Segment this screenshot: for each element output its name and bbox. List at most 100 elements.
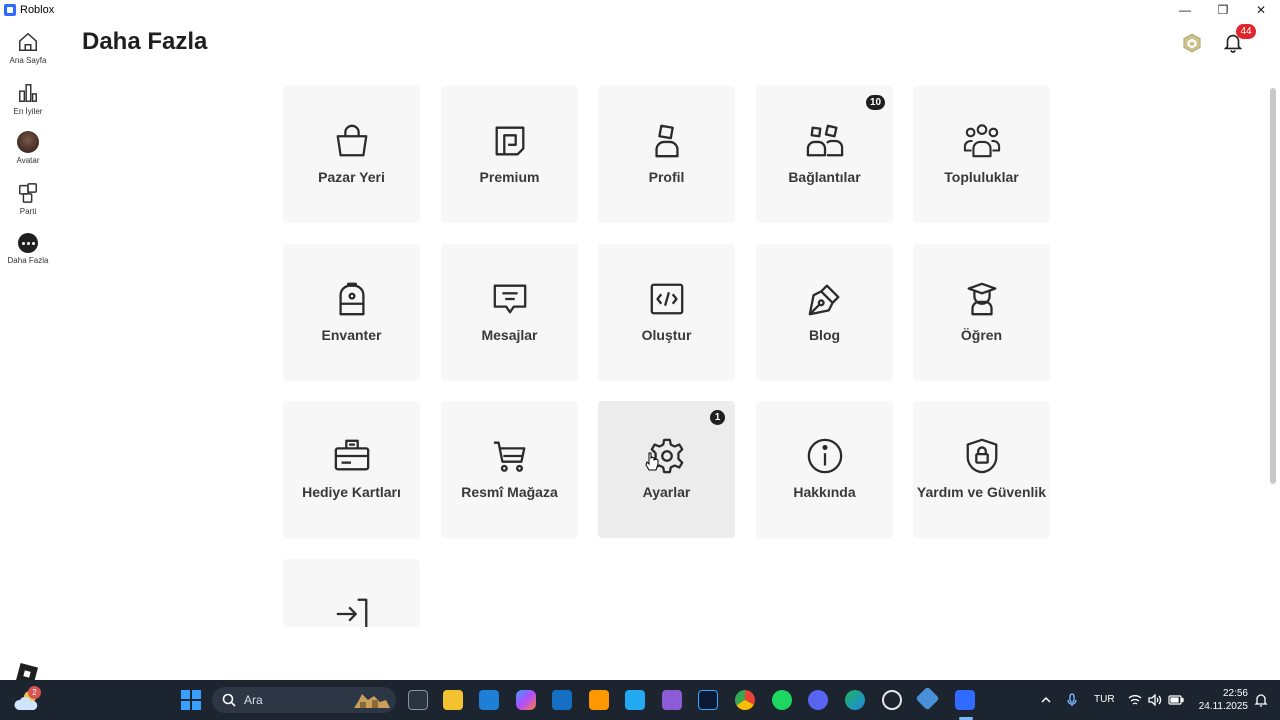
notifications-badge: 44: [1236, 24, 1256, 39]
tile-label: Oluştur: [641, 327, 692, 343]
tile-profile[interactable]: Profil: [598, 86, 735, 223]
outlook-icon[interactable]: [552, 690, 572, 710]
tile-label: Yardım ve Güvenlik: [916, 484, 1047, 500]
battery-icon[interactable]: [1168, 695, 1184, 705]
graduation-icon: [962, 279, 1002, 319]
notification-center-icon[interactable]: [1254, 693, 1268, 707]
volume-icon[interactable]: [1148, 694, 1162, 706]
tile-communities[interactable]: Topluluklar: [913, 86, 1050, 223]
visual-studio-icon[interactable]: [662, 690, 682, 710]
weather-widget[interactable]: 2: [14, 686, 41, 712]
settings-badge: 1: [710, 410, 725, 425]
communities-icon: [962, 121, 1002, 161]
tile-label: Bağlantılar: [788, 169, 861, 185]
language-indicator[interactable]: TUR: [1094, 694, 1115, 705]
tile-premium[interactable]: Premium: [441, 86, 578, 223]
tile-label: Öğren: [960, 327, 1003, 343]
tile-label: Topluluklar: [944, 169, 1019, 185]
sidebar-item-avatar[interactable]: Avatar: [0, 131, 56, 165]
roblox-taskbar-icon[interactable]: [955, 690, 975, 710]
microphone-icon[interactable]: [1066, 693, 1078, 707]
tile-official-store[interactable]: Resmî Mağaza: [441, 401, 578, 538]
tile-logout[interactable]: [283, 559, 420, 627]
wifi-icon[interactable]: [1128, 694, 1142, 706]
tile-marketplace[interactable]: Pazar Yeri: [283, 86, 420, 223]
close-button[interactable]: ✕: [1242, 0, 1280, 19]
tile-connections[interactable]: Bağlantılar 10: [756, 86, 893, 223]
photoshop-icon[interactable]: [698, 690, 718, 710]
home-icon: [19, 32, 37, 51]
sidebar-item-label: Ana Sayfa: [9, 56, 47, 65]
page-title: Daha Fazla: [82, 28, 208, 55]
minimize-button[interactable]: —: [1166, 0, 1204, 19]
weather-badge: 2: [28, 686, 41, 699]
tile-create[interactable]: Oluştur: [598, 244, 735, 381]
maximize-button[interactable]: ❐: [1204, 0, 1242, 19]
clock-date: 24.11.2025: [1198, 701, 1248, 712]
window-title: Roblox: [20, 3, 55, 16]
backpack-icon: [332, 279, 372, 319]
tile-about[interactable]: Hakkında: [756, 401, 893, 538]
start-button[interactable]: [181, 690, 201, 710]
tile-help-safety[interactable]: Yardım ve Güvenlik: [913, 401, 1050, 538]
tile-label: Hakkında: [793, 484, 856, 500]
tile-gift-cards[interactable]: Hediye Kartları: [283, 401, 420, 538]
sidebar-item-label: Avatar: [16, 156, 40, 165]
tile-inventory[interactable]: Envanter: [283, 244, 420, 381]
code-icon: [647, 279, 687, 319]
party-icon: [19, 183, 37, 203]
tile-label: Blog: [808, 327, 841, 343]
tile-label: Mesajlar: [481, 327, 538, 343]
spotify-icon[interactable]: [772, 690, 792, 710]
avatar: [17, 131, 39, 153]
roblox-app-icon: [4, 3, 16, 16]
premium-icon: [490, 121, 530, 161]
discord-icon[interactable]: [808, 690, 828, 710]
tile-label: Envanter: [321, 327, 382, 343]
tile-label: Premium: [479, 169, 540, 185]
robux-icon[interactable]: [1183, 33, 1201, 53]
sidebar-item-label: En İyiler: [13, 107, 43, 116]
task-view-icon[interactable]: [408, 690, 428, 710]
cart-icon: [490, 436, 530, 476]
more-icon: [18, 233, 38, 253]
info-icon: [805, 436, 845, 476]
obs-icon[interactable]: [882, 690, 902, 710]
chrome-icon[interactable]: [735, 690, 755, 710]
taskbar-clock[interactable]: 22:56 24.11.2025: [1192, 687, 1248, 713]
sidebar-item-charts[interactable]: En İyiler: [0, 82, 56, 116]
app-diamond-icon[interactable]: [915, 686, 940, 711]
file-explorer-icon[interactable]: [443, 690, 463, 710]
tile-blog[interactable]: Blog: [756, 244, 893, 381]
window-controls: — ❐ ✕: [1166, 0, 1280, 19]
sublime-text-icon[interactable]: [589, 690, 609, 710]
microsoft-store-icon[interactable]: [479, 690, 499, 710]
copilot-icon[interactable]: [516, 690, 536, 710]
search-highlight-icon: [354, 694, 390, 708]
sidebar-item-party[interactable]: Parti: [0, 182, 56, 216]
sidebar-item-more[interactable]: Daha Fazla: [0, 233, 56, 265]
edge-icon[interactable]: [845, 690, 865, 710]
taskbar: 2 Ara TUR 22:56 24.11.2025: [0, 680, 1280, 720]
scrollbar[interactable]: [1270, 88, 1276, 484]
sidebar: Ana Sayfa En İyiler Avatar Parti Daha Fa…: [0, 19, 56, 686]
tile-label: Ayarlar: [642, 484, 691, 500]
tile-label: Hediye Kartları: [302, 484, 401, 500]
sidebar-item-home[interactable]: Ana Sayfa: [0, 31, 56, 65]
tile-label: Pazar Yeri: [318, 169, 385, 185]
title-bar: Roblox — ❐ ✕: [0, 0, 1280, 19]
chevron-up-icon[interactable]: [1040, 694, 1052, 706]
tile-label: Resmî Mağaza: [461, 484, 558, 500]
charts-icon: [19, 84, 37, 102]
search-icon: [222, 693, 236, 707]
tile-learn[interactable]: Öğren: [913, 244, 1050, 381]
connections-icon: [805, 121, 845, 161]
tile-messages[interactable]: Mesajlar: [441, 244, 578, 381]
message-icon: [490, 279, 530, 319]
shield-lock-icon: [962, 436, 1002, 476]
vscode-icon[interactable]: [625, 690, 645, 710]
tile-settings[interactable]: Ayarlar 1: [598, 401, 735, 538]
sidebar-item-label: Parti: [19, 207, 37, 216]
taskbar-search[interactable]: Ara: [212, 687, 396, 713]
shopping-bag-icon: [332, 121, 372, 161]
